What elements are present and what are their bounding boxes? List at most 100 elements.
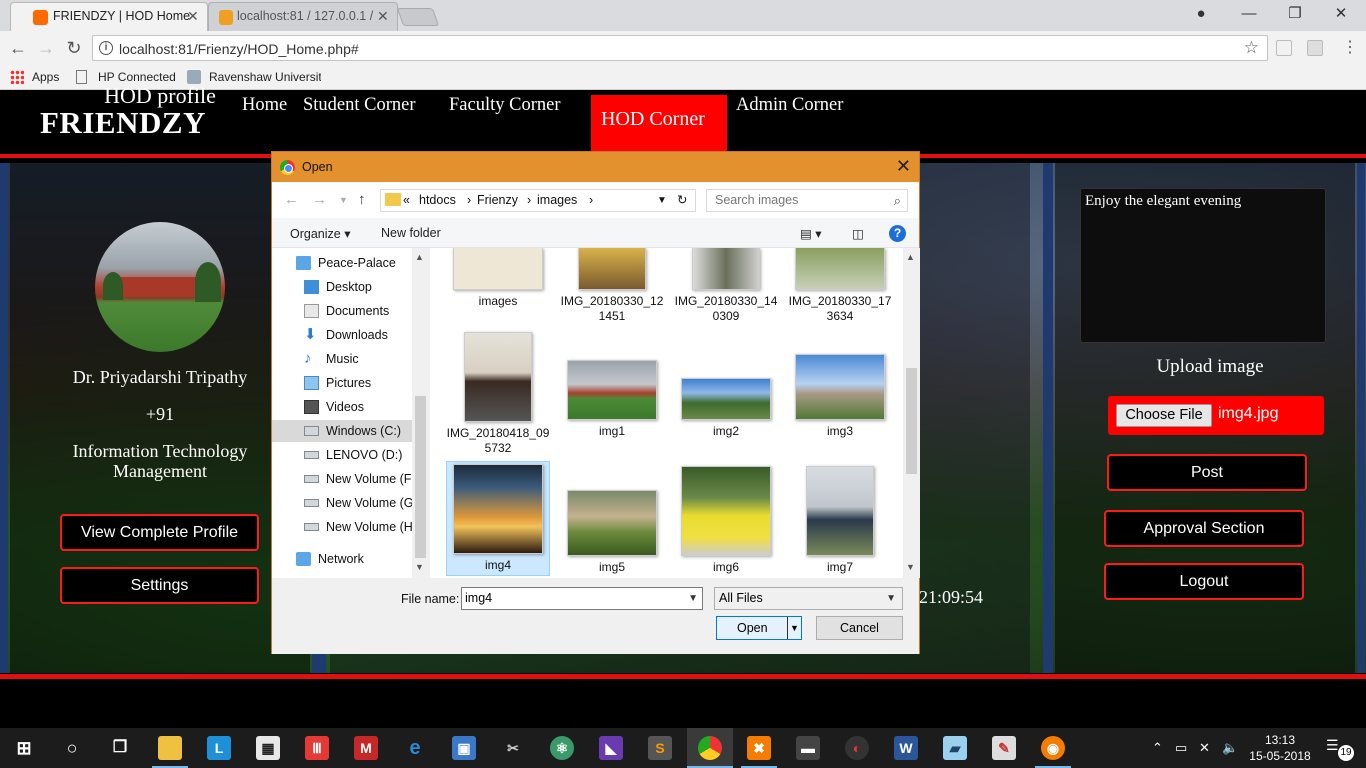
- close-tab-icon[interactable]: ✕: [187, 3, 199, 30]
- settings-button[interactable]: Settings: [60, 567, 259, 604]
- site-brand[interactable]: FRIENDZY: [40, 105, 206, 141]
- nav-item-windows-c[interactable]: Windows (C:): [272, 420, 412, 442]
- minimize-button[interactable]: —: [1226, 0, 1272, 29]
- nav-item-network[interactable]: Network: [272, 548, 412, 570]
- nav-student-corner[interactable]: Student Corner: [303, 95, 416, 116]
- nav-item-lenovo-d[interactable]: LENOVO (D:): [272, 444, 412, 466]
- file-item[interactable]: IMG_20180330_173634: [788, 248, 892, 324]
- chevron-down-icon[interactable]: ▼: [657, 190, 667, 211]
- forward-arrow-icon[interactable]: →: [312, 191, 327, 208]
- paint-icon[interactable]: ✎: [992, 736, 1016, 760]
- approval-section-button[interactable]: Approval Section: [1104, 510, 1304, 547]
- store-icon[interactable]: ▦: [256, 736, 280, 760]
- pdf-extension-icon[interactable]: [1307, 40, 1323, 56]
- breadcrumb-htdocs[interactable]: htdocs: [419, 190, 456, 211]
- help-icon[interactable]: ?: [889, 225, 906, 242]
- chevron-up-icon[interactable]: ⌃: [1152, 740, 1163, 756]
- organize-button[interactable]: Organize ▾: [290, 226, 350, 241]
- task-view-icon[interactable]: ❐: [108, 736, 132, 760]
- nav-item-downloads[interactable]: ⬇ Downloads: [272, 324, 412, 346]
- view-options-icon[interactable]: ▤ ▾: [800, 226, 822, 241]
- menu-icon[interactable]: ⋮: [1338, 36, 1362, 60]
- file-item[interactable]: img6: [674, 466, 778, 575]
- breadcrumb-images[interactable]: images: [537, 190, 577, 211]
- refresh-icon[interactable]: ↻: [677, 190, 687, 211]
- scroll-thumb[interactable]: [415, 396, 426, 558]
- dialog-close-icon[interactable]: ✕: [896, 156, 911, 177]
- reload-icon[interactable]: ↻: [62, 36, 86, 60]
- visual-studio-icon[interactable]: ◣: [599, 736, 623, 760]
- sublime-icon[interactable]: S: [648, 736, 672, 760]
- window-close-button[interactable]: ✕: [1318, 0, 1364, 29]
- file-explorer-icon[interactable]: [158, 736, 182, 760]
- lync-icon[interactable]: L: [207, 736, 231, 760]
- post-textarea[interactable]: Enjoy the elegant evening: [1080, 188, 1326, 343]
- recent-locations-icon[interactable]: ▼: [339, 195, 348, 205]
- file-item[interactable]: IMG_20180418_095732: [446, 332, 550, 456]
- file-item[interactable]: img2: [674, 378, 778, 439]
- tab-friendzy-hod-home[interactable]: FRIENDZY | HOD Home ✕: [10, 2, 208, 31]
- nav-item-pictures[interactable]: Pictures: [272, 372, 412, 394]
- scroll-up-icon[interactable]: ▲: [415, 252, 424, 262]
- up-arrow-icon[interactable]: ↑: [358, 191, 366, 208]
- volume-icon[interactable]: 🔈: [1222, 740, 1238, 756]
- xampp-icon[interactable]: ✖: [747, 736, 771, 760]
- scroll-down-icon[interactable]: ▼: [415, 562, 424, 572]
- new-tab-button[interactable]: [396, 8, 440, 26]
- nav-item-new-volume-f[interactable]: New Volume (F:): [272, 468, 412, 490]
- breadcrumb-overflow[interactable]: «: [403, 190, 410, 211]
- nav-item-new-volume-h[interactable]: New Volume (H:): [272, 516, 412, 538]
- open-options-chevron-icon[interactable]: ▼: [787, 617, 801, 639]
- tab-phpmyadmin[interactable]: localhost:81 / 127.0.0.1 / ✕: [208, 2, 398, 31]
- search-input[interactable]: Search images ⌕: [706, 189, 908, 212]
- word-icon[interactable]: W: [894, 736, 918, 760]
- logout-button[interactable]: Logout: [1104, 563, 1304, 600]
- tools-icon[interactable]: ✂: [501, 736, 525, 760]
- open-button[interactable]: Open ▼: [716, 616, 802, 640]
- file-name-input[interactable]: img4 ▼: [461, 587, 703, 610]
- file-item[interactable]: images: [446, 248, 550, 309]
- view-complete-profile-button[interactable]: View Complete Profile: [60, 514, 259, 551]
- scroll-thumb[interactable]: [906, 368, 917, 474]
- close-tab-icon[interactable]: ✕: [377, 3, 389, 30]
- nav-admin-corner[interactable]: Admin Corner: [736, 95, 843, 116]
- file-input[interactable]: Choose File img4.jpg: [1108, 396, 1324, 435]
- nav-item-music[interactable]: ♪ Music: [272, 348, 412, 370]
- scroll-up-icon[interactable]: ▲: [906, 252, 915, 262]
- edge-icon[interactable]: e: [403, 736, 427, 760]
- battery-icon[interactable]: ▭: [1175, 740, 1187, 756]
- notification-center-icon[interactable]: ☰ 19: [1326, 737, 1354, 761]
- preview-pane-icon[interactable]: ◫: [852, 226, 864, 241]
- extension-icon[interactable]: [1276, 40, 1292, 56]
- file-type-select[interactable]: All Files ▼: [714, 587, 903, 610]
- nav-item-desktop[interactable]: Desktop: [272, 276, 412, 298]
- address-bar[interactable]: i localhost:81/Frienzy/HOD_Home.php# ☆: [92, 35, 1268, 61]
- file-item[interactable]: img1: [560, 360, 664, 439]
- file-list-scrollbar[interactable]: ▲ ▼: [903, 248, 920, 578]
- scroll-down-icon[interactable]: ▼: [906, 562, 915, 572]
- terminal-icon[interactable]: ▬: [796, 736, 820, 760]
- nav-item-peace-palace[interactable]: Peace-Palace: [272, 252, 412, 274]
- back-arrow-icon[interactable]: ←: [284, 191, 299, 208]
- notes-icon[interactable]: ▰: [943, 736, 967, 760]
- cortana-search-icon[interactable]: ○: [60, 736, 84, 760]
- file-item[interactable]: img3: [788, 354, 892, 439]
- post-button[interactable]: Post: [1107, 454, 1307, 491]
- file-item[interactable]: IMG_20180330_121451: [560, 248, 664, 324]
- choose-file-button[interactable]: Choose File: [1116, 404, 1212, 427]
- mcafee-icon[interactable]: M: [354, 736, 378, 760]
- nav-faculty-corner[interactable]: Faculty Corner: [449, 95, 561, 116]
- atom-icon[interactable]: ⚛: [550, 736, 574, 760]
- profile-icon[interactable]: ●: [1178, 0, 1224, 29]
- chevron-down-icon[interactable]: ▼: [688, 588, 698, 609]
- nav-pane-scrollbar[interactable]: ▲ ▼: [412, 248, 429, 578]
- dialog-breadcrumb[interactable]: « htdocs › Frienzy › images › ▼ ↻: [380, 189, 696, 212]
- cancel-button[interactable]: Cancel: [816, 616, 903, 640]
- nav-item-documents[interactable]: Documents: [272, 300, 412, 322]
- media-app-icon[interactable]: Ⅲ: [305, 736, 329, 760]
- nav-item-videos[interactable]: Videos: [272, 396, 412, 418]
- file-item[interactable]: img5: [560, 490, 664, 575]
- bookmark-star-icon[interactable]: ☆: [1244, 38, 1259, 58]
- chrome-icon[interactable]: [698, 736, 722, 760]
- windows-start-icon[interactable]: ⊞: [12, 736, 36, 760]
